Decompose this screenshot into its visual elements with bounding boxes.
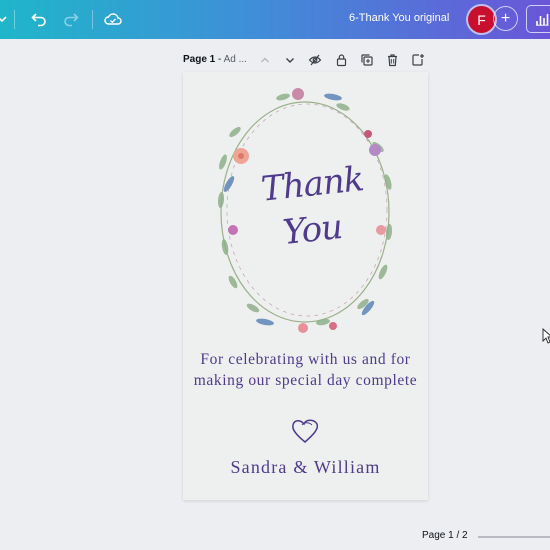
page-label-separator: - [215, 54, 224, 65]
page-count[interactable]: Page 1 / 2 [422, 530, 468, 541]
document-title[interactable]: 6-Thank You original [349, 12, 449, 24]
toolbar-divider [92, 10, 93, 29]
page-number-label: Page 1 [183, 54, 216, 65]
floral-wreath-graphic[interactable] [183, 72, 428, 342]
design-canvas[interactable]: Thank You For celebrating with us and fo… [183, 72, 428, 500]
duplicate-icon[interactable] [359, 52, 375, 68]
page-name[interactable]: Ad ... [224, 54, 247, 65]
you-script-text[interactable]: You [281, 207, 344, 253]
cloud-save-icon[interactable] [103, 9, 123, 29]
share-add-button[interactable]: + [493, 6, 518, 31]
hide-icon[interactable] [307, 52, 323, 68]
chevron-down-icon[interactable] [282, 52, 298, 68]
top-toolbar: 6-Thank You original F + [0, 0, 550, 39]
page-title[interactable]: Page 1 - Ad ... [183, 54, 247, 65]
add-page-icon[interactable] [410, 52, 426, 68]
zoom-slider[interactable] [478, 536, 550, 538]
trash-icon[interactable] [384, 52, 400, 68]
redo-icon[interactable] [61, 9, 81, 29]
lock-icon[interactable] [333, 52, 349, 68]
insights-icon [536, 14, 549, 26]
toolbar-divider [14, 10, 15, 29]
undo-icon[interactable] [29, 9, 49, 29]
mouse-cursor-icon [542, 328, 550, 344]
heart-icon[interactable] [290, 417, 320, 445]
chevron-up-icon[interactable] [257, 52, 273, 68]
message-text[interactable]: For celebrating with us and for making o… [191, 350, 420, 391]
avatar[interactable]: F [468, 6, 495, 33]
menu-chevron-icon[interactable] [0, 9, 12, 29]
names-text[interactable]: Sandra & William [183, 457, 428, 478]
insights-button[interactable] [526, 5, 550, 33]
